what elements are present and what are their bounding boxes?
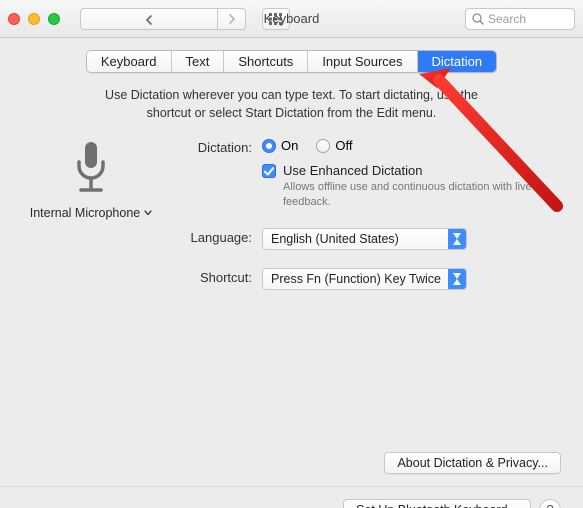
microphone-column: Internal Microphone [22, 138, 160, 290]
about-dictation-button[interactable]: About Dictation & Privacy... [384, 452, 561, 474]
popup-arrows-icon [448, 269, 466, 289]
divider [0, 486, 583, 487]
tab-text[interactable]: Text [172, 51, 225, 72]
search-field[interactable] [465, 8, 575, 30]
language-value: English (United States) [263, 232, 448, 246]
enhanced-dictation-checkbox[interactable] [262, 164, 276, 178]
grid-icon [269, 13, 283, 25]
help-button[interactable]: ? [539, 499, 561, 508]
tab-bar: Keyboard Text Shortcuts Input Sources Di… [22, 50, 561, 73]
popup-arrows-icon [448, 229, 466, 249]
keyboard-prefs-window: Keyboard Keyboard Text Shortcuts Input S… [0, 0, 583, 508]
content-area: Keyboard Text Shortcuts Input Sources Di… [0, 38, 583, 508]
language-popup[interactable]: English (United States) [262, 228, 467, 250]
chevron-right-icon [228, 14, 236, 24]
tab-input-sources[interactable]: Input Sources [308, 51, 417, 72]
enhanced-dictation-subtext: Allows offline use and continuous dictat… [283, 180, 561, 210]
forward-button[interactable] [218, 8, 246, 30]
microphone-label: Internal Microphone [30, 206, 140, 220]
tab-dictation[interactable]: Dictation [418, 51, 497, 72]
back-button[interactable] [80, 8, 218, 30]
microphone-icon [67, 140, 115, 196]
dictation-on-radio[interactable]: On [262, 138, 298, 153]
radio-off-label: Off [335, 138, 352, 153]
search-input[interactable] [488, 12, 568, 26]
shortcut-value: Press Fn (Function) Key Twice [263, 272, 448, 286]
show-all-button[interactable] [262, 8, 290, 30]
zoom-window[interactable] [48, 13, 60, 25]
description-text: Use Dictation wherever you can type text… [82, 87, 502, 122]
close-window[interactable] [8, 13, 20, 25]
shortcut-label: Shortcut: [180, 268, 252, 285]
chevron-left-icon [145, 15, 153, 25]
search-icon [472, 13, 484, 25]
language-label: Language: [180, 228, 252, 245]
shortcut-popup[interactable]: Press Fn (Function) Key Twice [262, 268, 467, 290]
dictation-off-radio[interactable]: Off [316, 138, 352, 153]
bluetooth-keyboard-button[interactable]: Set Up Bluetooth Keyboard... [343, 499, 531, 508]
chevron-down-icon [144, 210, 152, 216]
tab-shortcuts[interactable]: Shortcuts [224, 51, 308, 72]
window-controls [8, 13, 60, 25]
radio-on-label: On [281, 138, 298, 153]
microphone-select[interactable]: Internal Microphone [30, 206, 152, 220]
nav-buttons [80, 8, 246, 30]
minimize-window[interactable] [28, 13, 40, 25]
titlebar: Keyboard [0, 0, 583, 38]
tab-keyboard[interactable]: Keyboard [87, 51, 172, 72]
dictation-label: Dictation: [180, 138, 252, 155]
enhanced-dictation-label: Use Enhanced Dictation [283, 163, 561, 178]
